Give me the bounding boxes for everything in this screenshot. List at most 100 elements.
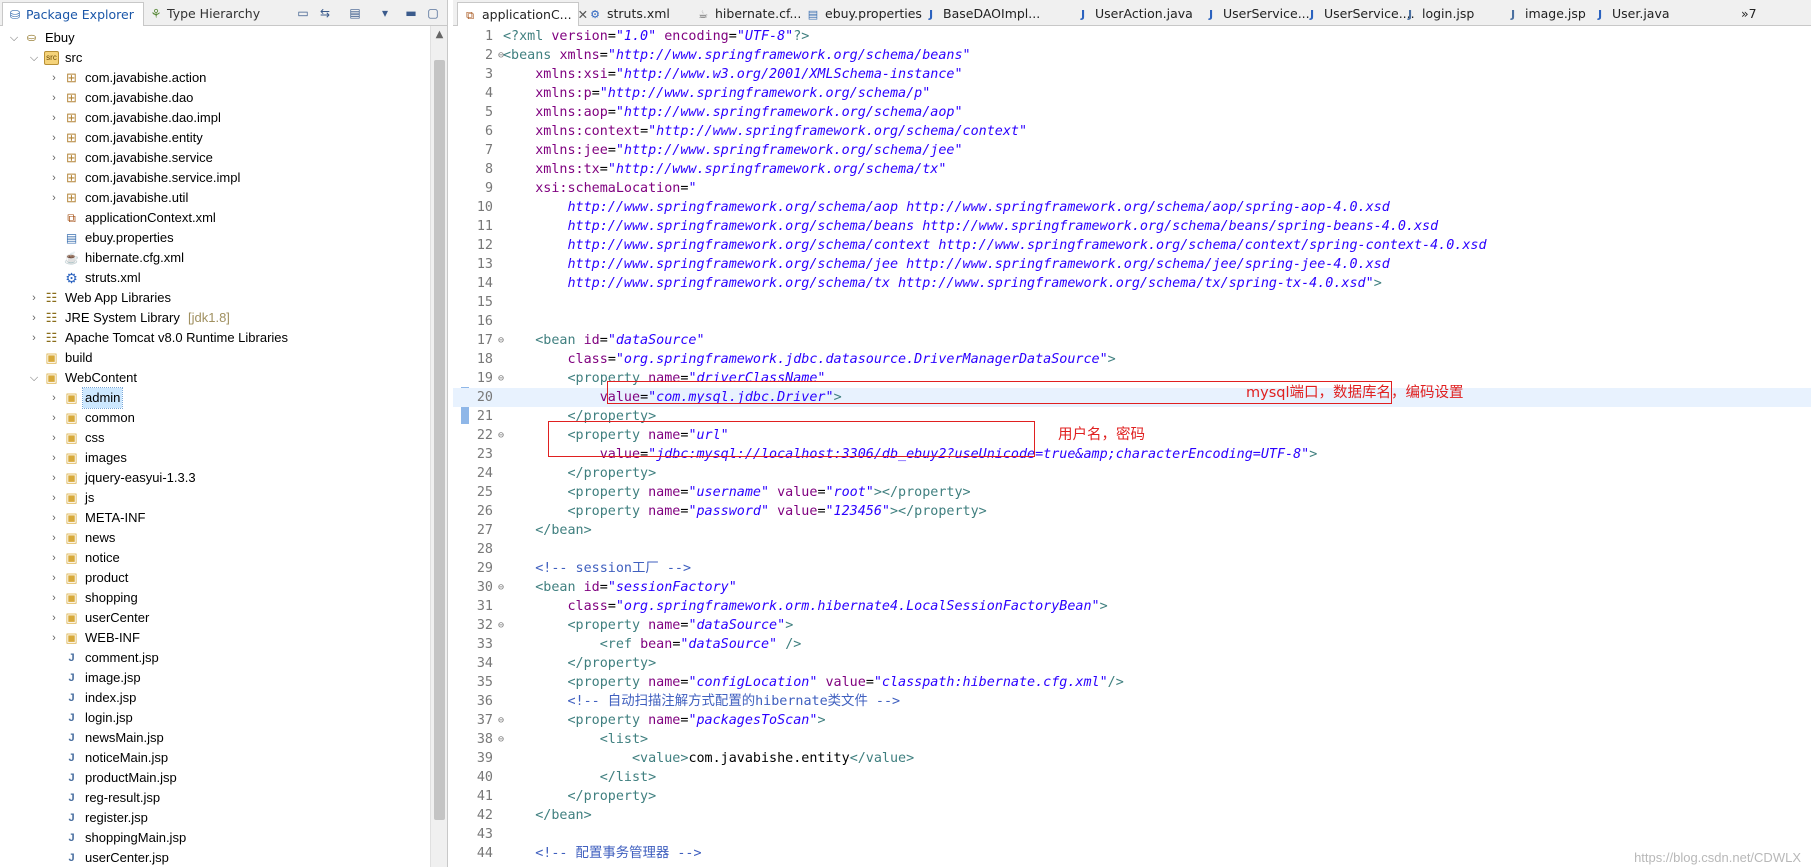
code-line[interactable]: 42 </bean> xyxy=(453,806,1811,825)
collapsed-arrow-icon[interactable]: › xyxy=(28,288,40,308)
collapsed-arrow-icon[interactable]: › xyxy=(48,568,60,588)
code-line[interactable]: 15 xyxy=(453,293,1811,312)
code-text: <list> xyxy=(503,730,648,749)
collapsed-arrow-icon[interactable]: › xyxy=(48,528,60,548)
focus-icon[interactable]: ▤ xyxy=(346,4,364,22)
vertical-scrollbar[interactable]: ▲ xyxy=(430,26,447,867)
code-line[interactable]: 5 xmlns:aop="http://www.springframework.… xyxy=(453,103,1811,122)
collapsed-arrow-icon[interactable]: › xyxy=(48,468,60,488)
collapsed-arrow-icon[interactable]: › xyxy=(48,108,60,128)
collapsed-arrow-icon[interactable]: › xyxy=(48,408,60,428)
code-line[interactable]: 7 xmlns:jee="http://www.springframework.… xyxy=(453,141,1811,160)
expanded-arrow-icon[interactable]: ⌵ xyxy=(28,48,40,68)
line-number: 31 xyxy=(476,599,493,614)
code-line[interactable]: 8 xmlns:tx="http://www.springframework.o… xyxy=(453,160,1811,179)
collapsed-arrow-icon[interactable]: › xyxy=(28,328,40,348)
maximize-icon[interactable]: ▢ xyxy=(424,4,442,22)
code-line[interactable]: 11 http://www.springframework.org/schema… xyxy=(453,217,1811,236)
code-text: <bean id="dataSource" xyxy=(503,331,704,350)
code-line[interactable]: 17 ⊖ <bean id="dataSource" xyxy=(453,331,1811,350)
code-line[interactable]: 35 <property name = "configLocation" value… xyxy=(453,673,1811,692)
code-line[interactable]: 13 http://www.springframework.org/schema… xyxy=(453,255,1811,274)
collapsed-arrow-icon[interactable]: › xyxy=(48,68,60,88)
code-line[interactable]: 43 xyxy=(453,825,1811,844)
collapsed-arrow-icon[interactable]: › xyxy=(48,388,60,408)
code-line[interactable]: 31 class="org.springframework.orm.hibern… xyxy=(453,597,1811,616)
collapsed-arrow-icon[interactable]: › xyxy=(48,508,60,528)
collapsed-arrow-icon[interactable]: › xyxy=(48,548,60,568)
code-text: xmlns:tx="http://www.springframework.org… xyxy=(503,160,946,179)
code-line[interactable]: 12 http://www.springframework.org/schema… xyxy=(453,236,1811,255)
expanded-arrow-icon[interactable]: ⌵ xyxy=(8,28,20,48)
collapsed-arrow-icon[interactable]: › xyxy=(48,168,60,188)
code-line[interactable]: 4 xmlns:p="http://www.springframework.or… xyxy=(453,84,1811,103)
expanded-arrow-icon[interactable]: ⌵ xyxy=(28,368,40,388)
code-line[interactable]: 25 <property name="username" value="root… xyxy=(453,483,1811,502)
minimize-icon[interactable]: ▬ xyxy=(402,4,420,22)
editor-tab[interactable]: Jlogin.jsp xyxy=(1398,2,1498,26)
code-line[interactable]: 34 </property> xyxy=(453,654,1811,673)
view-menu-icon[interactable]: ▾ xyxy=(376,4,394,22)
code-line[interactable]: 3 xmlns:xsi="http://www.w3.org/2001/XMLS… xyxy=(453,65,1811,84)
collapsed-arrow-icon[interactable]: › xyxy=(48,448,60,468)
editor-tab[interactable]: ⚙ struts.xml xyxy=(583,2,687,26)
collapsed-arrow-icon[interactable]: › xyxy=(28,308,40,328)
code-line[interactable]: 28 xyxy=(453,540,1811,559)
collapsed-arrow-icon[interactable]: › xyxy=(48,588,60,608)
editor-tab[interactable]: Jimage.jsp xyxy=(1501,2,1586,26)
code-line[interactable]: 29 <!-- session工厂 --> xyxy=(453,559,1811,578)
code-line[interactable]: 26 <property name="password" value="1234… xyxy=(453,502,1811,521)
code-line[interactable]: 33 <ref bean="dataSource" /> xyxy=(453,635,1811,654)
code-line[interactable]: 44 <!-- 配置事务管理器 --> xyxy=(453,844,1811,863)
collapse-all-icon[interactable]: ▭ xyxy=(294,4,312,22)
code-line[interactable]: 9 xsi:schemaLocation=" xyxy=(453,179,1811,198)
code-line[interactable]: 10 http://www.springframework.org/schema… xyxy=(453,198,1811,217)
collapsed-arrow-icon[interactable]: › xyxy=(48,628,60,648)
collapsed-arrow-icon[interactable]: › xyxy=(48,88,60,108)
code-line[interactable]: 16 xyxy=(453,312,1811,331)
editor-tab[interactable]: ☕ hibernate.cf... xyxy=(691,2,801,26)
collapsed-arrow-icon[interactable]: › xyxy=(48,428,60,448)
editor-tab[interactable]: J UserAction.java xyxy=(1071,2,1195,26)
editor-tab[interactable]: ▤ ebuy.properties xyxy=(801,2,922,26)
editor-tab[interactable]: J BaseDAOImpl... xyxy=(919,2,1067,26)
code-line[interactable]: 2 ⊖ <beans xmlns="http://www.springframewo… xyxy=(453,46,1811,65)
code-line[interactable]: 18 class="org.springframework.jdbc.datas… xyxy=(453,350,1811,369)
scroll-up-icon[interactable]: ▲ xyxy=(431,26,447,43)
editor-tab[interactable]: ⧉ applicationC... ✕ xyxy=(457,2,588,26)
code-line[interactable]: 32 ⊖ <property name="dataSource"> xyxy=(453,616,1811,635)
code-line[interactable]: 37 ⊖ <property name="packagesToScan"> xyxy=(453,711,1811,730)
code-line[interactable]: 39 <value>com.javabishe.entity</value> xyxy=(453,749,1811,768)
code-line[interactable]: 30 ⊖ <bean id="sessionFactory" xyxy=(453,578,1811,597)
tab-overflow-button[interactable]: »7 xyxy=(1737,2,1777,26)
editor-tab[interactable]: J User.java xyxy=(1588,2,1676,26)
code-line[interactable]: 14 http://www.springframework.org/schema… xyxy=(453,274,1811,293)
line-number: 22 xyxy=(476,428,493,443)
code-token: http://www.springframework.org/schema/je… xyxy=(503,257,1390,272)
code-token: "root" xyxy=(825,485,874,500)
tree-item-label: css xyxy=(85,430,105,445)
collapsed-arrow-icon[interactable]: › xyxy=(48,608,60,628)
code-line[interactable]: 6 xmlns:context="http://www.springframew… xyxy=(453,122,1811,141)
tree-item-decoration: [jdk1.8] xyxy=(188,310,230,325)
link-with-editor-icon[interactable]: ⇆ xyxy=(316,4,334,22)
collapsed-arrow-icon[interactable]: › xyxy=(48,488,60,508)
collapsed-arrow-icon[interactable]: › xyxy=(48,188,60,208)
editor-tab[interactable]: J UserService.... xyxy=(1300,2,1415,26)
tab-type-hierarchy[interactable]: ⚘ Type Hierarchy xyxy=(144,2,266,26)
code-line[interactable]: 24 </property> xyxy=(453,464,1811,483)
collapsed-arrow-icon[interactable]: › xyxy=(48,128,60,148)
code-line[interactable]: 38 ⊖ <list> xyxy=(453,730,1811,749)
tree-item-label: images xyxy=(85,450,127,465)
code-line[interactable]: 27 </bean> xyxy=(453,521,1811,540)
collapsed-arrow-icon[interactable]: › xyxy=(48,148,60,168)
scroll-thumb[interactable] xyxy=(434,60,445,820)
code-line[interactable]: 36 <!-- 自动扫描注解方式配置的hibernate类文件 --> xyxy=(453,692,1811,711)
editor-tab[interactable]: J UserService.... xyxy=(1199,2,1314,26)
tab-package-explorer[interactable]: ⛁ Package Explorer xyxy=(2,2,144,26)
code-line[interactable]: 41 </property> xyxy=(453,787,1811,806)
code-line[interactable]: 40 </list> xyxy=(453,768,1811,787)
code-line[interactable]: 1 <?xml version="1.0" encoding="UTF-8"?> xyxy=(453,27,1811,46)
